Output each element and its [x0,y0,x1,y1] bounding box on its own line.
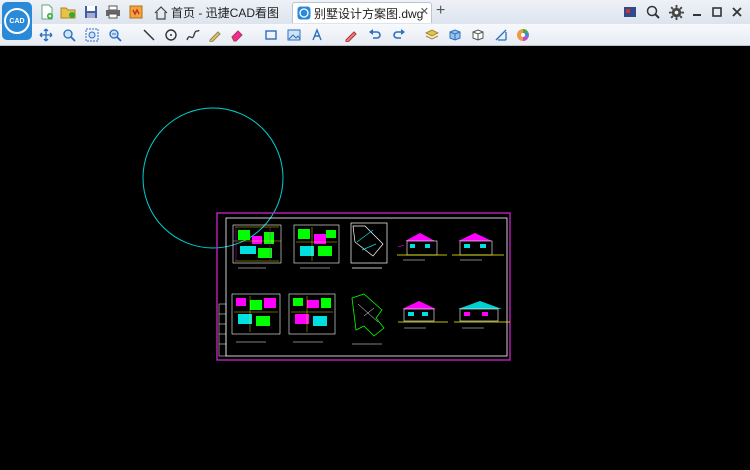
measure-icon[interactable] [492,26,510,44]
3d-orbit-icon[interactable] [469,26,487,44]
polyline-icon[interactable] [184,26,202,44]
tab-drawing-label: 别墅设计方案图.dwg [314,6,424,21]
drawing-file-icon [297,6,311,20]
pan-icon[interactable] [37,26,55,44]
minimize-icon[interactable] [688,3,706,21]
markup-icon[interactable] [342,26,360,44]
elevation-3 [398,301,448,329]
app-logo[interactable]: CAD [2,2,32,40]
drawing-svg [142,107,511,361]
sheet-frame-outer [216,212,511,361]
screen-icon[interactable] [621,3,639,21]
settings-icon[interactable] [667,3,685,21]
close-icon[interactable] [728,3,746,21]
redo-icon[interactable] [390,26,408,44]
save-icon[interactable] [82,3,100,21]
3d-view-icon[interactable] [446,26,464,44]
open-file-icon[interactable] [38,3,56,21]
zoom-window-icon[interactable] [60,26,78,44]
convert-icon[interactable] [127,3,145,21]
tool-bar [0,24,750,67]
zoom-icon[interactable] [644,3,662,21]
eraser-icon[interactable] [228,26,246,44]
zoom-previous-icon[interactable] [106,26,124,44]
zoom-extents-icon[interactable] [83,26,101,44]
roof-plan-1 [350,222,388,269]
maximize-icon[interactable] [708,3,726,21]
title-bar: CAD 首页 - 迅捷CAD看图 别墅设计方案图.dwg ✕ + [0,0,750,40]
roof-plan-2 [351,293,385,345]
line-icon[interactable] [140,26,158,44]
new-tab-icon[interactable]: + [436,2,445,20]
text-icon[interactable] [308,26,326,44]
tab-close-icon[interactable]: ✕ [420,5,429,18]
elevation-4 [454,301,510,329]
elevation-2 [452,233,504,261]
home-icon [154,5,168,20]
logo-ring: CAD [4,8,30,34]
color-wheel-icon[interactable] [514,26,532,44]
elevation-1 [397,233,447,261]
print-icon[interactable] [104,3,122,21]
floor-plan-1 [232,224,282,269]
layer-icon[interactable] [423,26,441,44]
drawing-canvas[interactable] [0,46,750,465]
open-folder-icon[interactable] [59,3,77,21]
floor-plan-3 [231,293,281,343]
circle-icon[interactable] [162,26,180,44]
title-block [218,303,227,357]
rectangle-icon[interactable] [262,26,280,44]
logo-text: CAD [9,17,25,25]
insert-image-icon[interactable] [285,26,303,44]
floor-plan-4 [288,293,336,343]
tab-home[interactable]: 首页 - 迅捷CAD看图 [150,2,290,23]
freehand-icon[interactable] [206,26,224,44]
floor-plan-2 [293,224,340,269]
tab-drawing[interactable]: 别墅设计方案图.dwg ✕ [292,2,432,23]
tab-home-label: 首页 - 迅捷CAD看图 [171,6,280,20]
undo-icon[interactable] [366,26,384,44]
